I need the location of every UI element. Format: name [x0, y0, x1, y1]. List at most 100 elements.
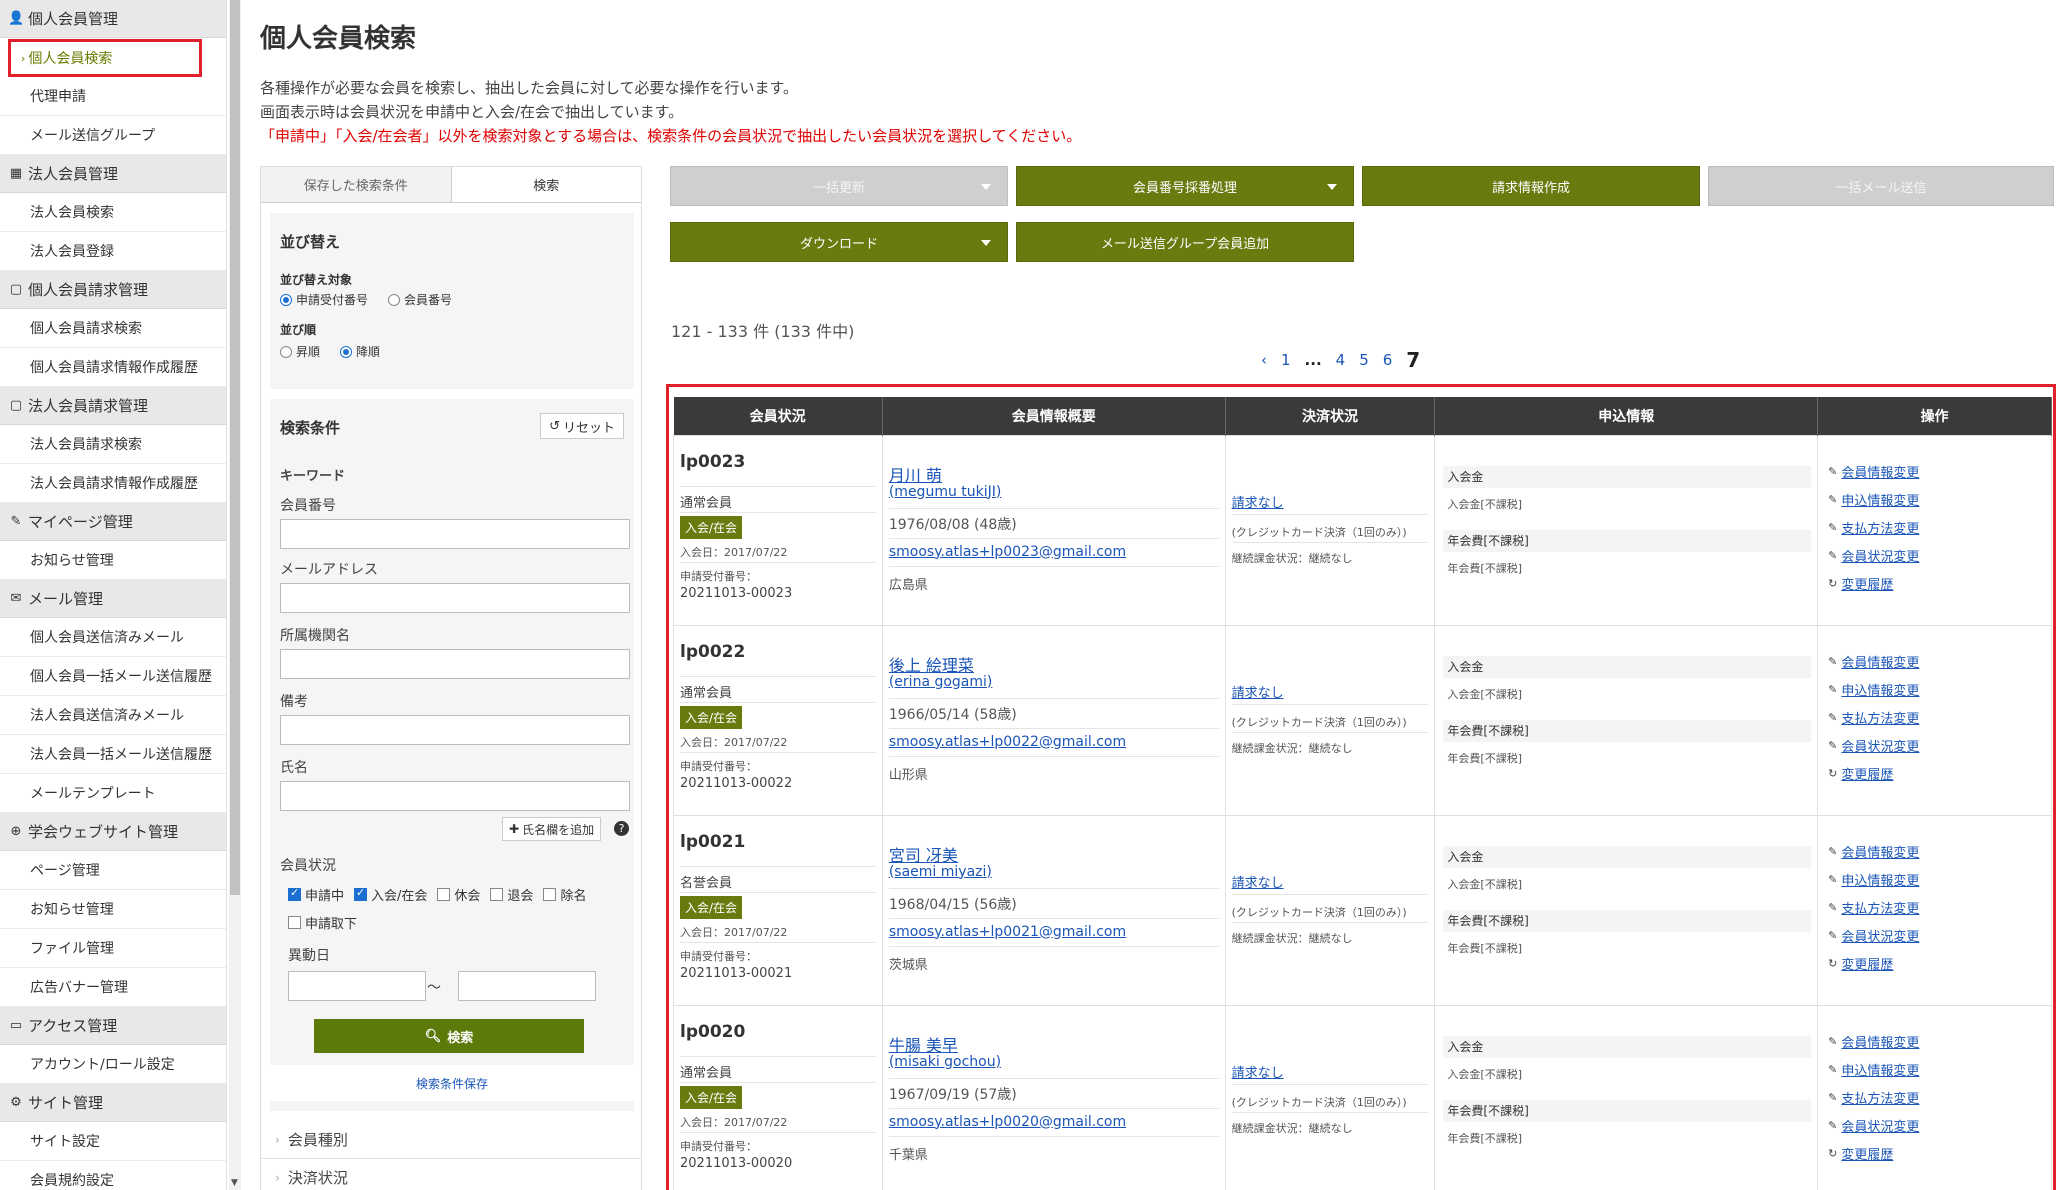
- op-link-1[interactable]: ✎ 申込情報変更: [1828, 490, 1919, 509]
- sidebar-item-6-3[interactable]: 広告バナー管理: [0, 968, 226, 1007]
- sidebar-item-0-0[interactable]: › 個人会員検索: [8, 39, 202, 77]
- cb-cancel[interactable]: [288, 916, 301, 929]
- op-link-4[interactable]: ↻ 変更履歴: [1828, 1144, 1893, 1163]
- op-link-1[interactable]: ✎ 申込情報変更: [1828, 870, 1919, 889]
- download-button[interactable]: ダウンロード: [670, 222, 1008, 262]
- scrollbar-thumb[interactable]: [230, 0, 240, 895]
- save-conditions-link[interactable]: 検索条件保存: [270, 1065, 634, 1101]
- cb-applying[interactable]: [288, 886, 301, 901]
- add-name-button[interactable]: ✚ 氏名欄を追加: [502, 817, 602, 841]
- pager-prev[interactable]: ‹: [1261, 351, 1267, 369]
- op-link-0[interactable]: ✎ 会員情報変更: [1828, 1032, 1919, 1051]
- op-link-2[interactable]: ✎ 支払方法変更: [1828, 708, 1919, 727]
- sidebar-section-8[interactable]: ⚙ サイト管理: [0, 1084, 226, 1122]
- note-input[interactable]: [280, 715, 630, 745]
- add-to-mail-group-button[interactable]: メール送信グループ会員追加: [1016, 222, 1354, 262]
- member-email-link[interactable]: smoosy.atlas+lp0022@gmail.com: [889, 734, 1126, 750]
- member-romaji-link[interactable]: (erina gogami): [889, 674, 993, 690]
- billing-link[interactable]: 請求なし: [1232, 1062, 1284, 1081]
- pager-page-5[interactable]: 5: [1359, 351, 1369, 369]
- sidebar-item-1-1[interactable]: 法人会員登録: [0, 232, 226, 271]
- sidebar-section-5[interactable]: ✉ メール管理: [0, 580, 226, 618]
- date-to-input[interactable]: [458, 971, 596, 1001]
- sidebar-section-2[interactable]: ▢ 個人会員請求管理: [0, 271, 226, 309]
- tab-search[interactable]: 検索: [451, 167, 641, 202]
- sidebar-section-0[interactable]: 👤 個人会員管理: [0, 0, 226, 38]
- sidebar-item-6-0[interactable]: ページ管理: [0, 851, 226, 890]
- search-button[interactable]: 🔍︎ 検索: [314, 1019, 584, 1053]
- radio-app-no[interactable]: [280, 293, 292, 306]
- pager-page-1[interactable]: 1: [1281, 351, 1291, 369]
- sidebar-item-5-4[interactable]: メールテンプレート: [0, 774, 226, 813]
- op-link-4[interactable]: ↻ 変更履歴: [1828, 764, 1893, 783]
- member-email-link[interactable]: smoosy.atlas+lp0021@gmail.com: [889, 924, 1126, 940]
- collapse-member-type[interactable]: › 会員種別: [261, 1121, 641, 1159]
- radio-member-no[interactable]: [388, 293, 401, 306]
- member-numbering-button[interactable]: 会員番号採番処理: [1016, 166, 1354, 206]
- email-input[interactable]: [280, 583, 630, 613]
- name-input[interactable]: [280, 781, 630, 811]
- collapse-payment-status[interactable]: › 決済状況: [261, 1159, 641, 1190]
- member-romaji-link[interactable]: (misaki gochou): [889, 1054, 1001, 1070]
- cb-active[interactable]: [354, 886, 368, 901]
- sidebar-section-1[interactable]: ▦ 法人会員管理: [0, 155, 226, 193]
- create-billing-button[interactable]: 請求情報作成: [1362, 166, 1700, 206]
- radio-desc[interactable]: [340, 345, 353, 358]
- billing-link[interactable]: 請求なし: [1232, 682, 1284, 701]
- op-link-3[interactable]: ✎ 会員状況変更: [1828, 1116, 1919, 1135]
- member-no-input[interactable]: [280, 519, 630, 549]
- org-input[interactable]: [280, 649, 630, 679]
- radio-asc[interactable]: [280, 345, 292, 358]
- sidebar-item-8-0[interactable]: サイト設定: [0, 1122, 226, 1161]
- date-from-input[interactable]: [288, 971, 426, 1001]
- sidebar-section-7[interactable]: ▭ アクセス管理: [0, 1007, 226, 1045]
- op-link-2[interactable]: ✎ 支払方法変更: [1828, 1088, 1919, 1107]
- billing-link[interactable]: 請求なし: [1232, 492, 1284, 511]
- sidebar-item-1-0[interactable]: 法人会員検索: [0, 193, 226, 232]
- op-link-2[interactable]: ✎ 支払方法変更: [1828, 898, 1919, 917]
- pager-page-6[interactable]: 6: [1383, 351, 1393, 369]
- sidebar-item-0-1[interactable]: 代理申請: [0, 77, 226, 116]
- sidebar-item-2-1[interactable]: 個人会員請求情報作成履歴: [0, 348, 226, 387]
- sidebar-item-5-1[interactable]: 個人会員一括メール送信履歴: [0, 657, 226, 696]
- cb-leave[interactable]: [437, 888, 451, 901]
- member-name-link[interactable]: 月川 萌: [889, 462, 942, 486]
- sidebar-item-5-3[interactable]: 法人会員一括メール送信履歴: [0, 735, 226, 774]
- member-romaji-link[interactable]: (megumu tukiJI): [889, 484, 1002, 500]
- cb-withdraw[interactable]: [490, 888, 504, 901]
- member-name-link[interactable]: 後上 絵理菜: [889, 652, 974, 676]
- tab-saved-conditions[interactable]: 保存した検索条件: [261, 167, 452, 202]
- sidebar-section-4[interactable]: ✎ マイページ管理: [0, 503, 226, 541]
- cb-removed[interactable]: [543, 888, 557, 901]
- sidebar-item-4-0[interactable]: お知らせ管理: [0, 541, 226, 580]
- bulk-update-button[interactable]: 一括更新: [670, 166, 1008, 206]
- member-email-link[interactable]: smoosy.atlas+lp0020@gmail.com: [889, 1114, 1126, 1130]
- op-link-1[interactable]: ✎ 申込情報変更: [1828, 680, 1919, 699]
- sidebar-scrollbar[interactable]: ▼: [229, 0, 241, 1190]
- billing-link[interactable]: 請求なし: [1232, 872, 1284, 891]
- op-link-4[interactable]: ↻ 変更履歴: [1828, 574, 1893, 593]
- sidebar-item-2-0[interactable]: 個人会員請求検索: [0, 309, 226, 348]
- reset-button[interactable]: ↺ リセット: [540, 413, 624, 439]
- sidebar-item-3-1[interactable]: 法人会員請求情報作成履歴: [0, 464, 226, 503]
- sidebar-item-3-0[interactable]: 法人会員請求検索: [0, 425, 226, 464]
- op-link-1[interactable]: ✎ 申込情報変更: [1828, 1060, 1919, 1079]
- sidebar-item-8-1[interactable]: 会員規約設定: [0, 1161, 226, 1190]
- sidebar-item-5-2[interactable]: 法人会員送信済みメール: [0, 696, 226, 735]
- op-link-0[interactable]: ✎ 会員情報変更: [1828, 842, 1919, 861]
- op-link-0[interactable]: ✎ 会員情報変更: [1828, 462, 1919, 481]
- scroll-down-arrow-icon[interactable]: ▼: [231, 1178, 238, 1188]
- pager-page-4[interactable]: 4: [1336, 351, 1346, 369]
- sidebar-item-5-0[interactable]: 個人会員送信済みメール: [0, 618, 226, 657]
- op-link-3[interactable]: ✎ 会員状況変更: [1828, 546, 1919, 565]
- member-romaji-link[interactable]: (saemi miyazi): [889, 864, 992, 880]
- member-email-link[interactable]: smoosy.atlas+lp0023@gmail.com: [889, 544, 1126, 560]
- op-link-3[interactable]: ✎ 会員状況変更: [1828, 736, 1919, 755]
- member-name-link[interactable]: 牛腸 美早: [889, 1032, 958, 1056]
- op-link-2[interactable]: ✎ 支払方法変更: [1828, 518, 1919, 537]
- member-name-link[interactable]: 宮司 冴美: [889, 842, 958, 866]
- help-icon[interactable]: ?: [614, 821, 629, 836]
- bulk-mail-button[interactable]: 一括メール送信: [1708, 166, 2054, 206]
- sidebar-item-6-1[interactable]: お知らせ管理: [0, 890, 226, 929]
- sidebar-item-6-2[interactable]: ファイル管理: [0, 929, 226, 968]
